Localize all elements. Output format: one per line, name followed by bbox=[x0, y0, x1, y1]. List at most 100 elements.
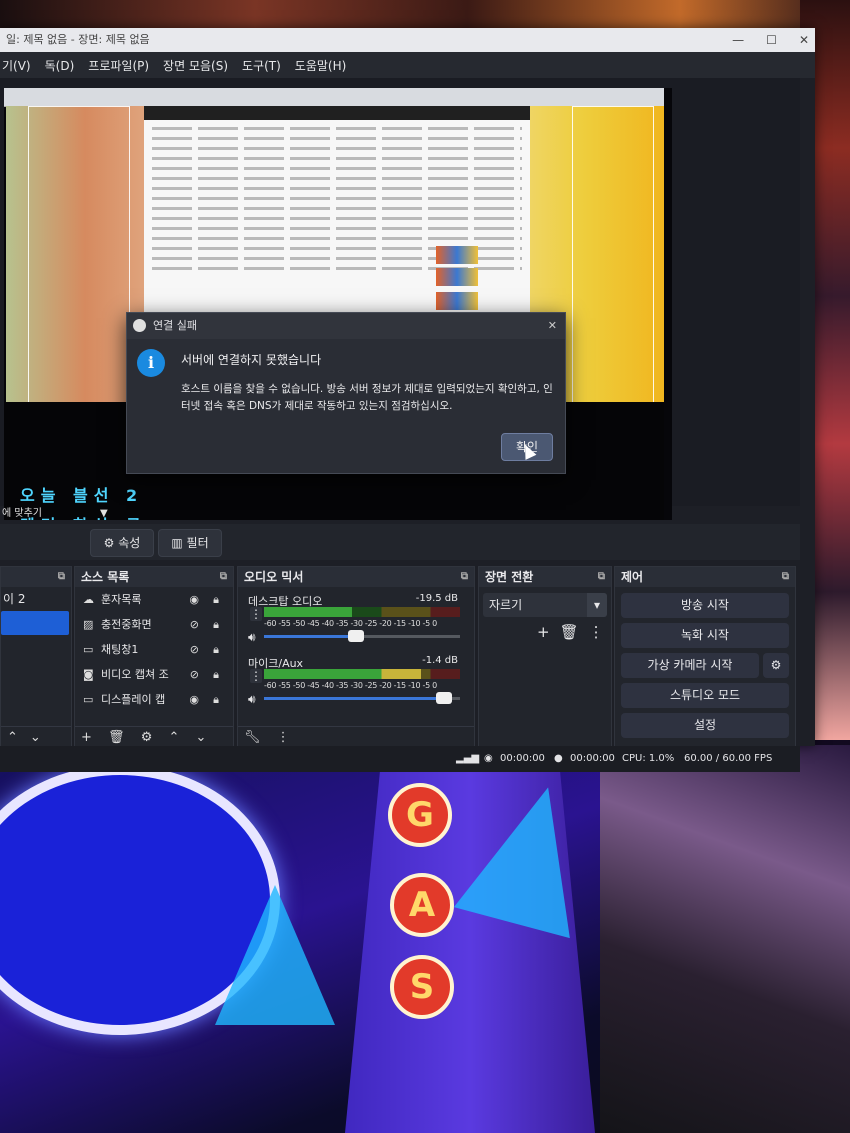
sources-title: 소스 목록 bbox=[81, 570, 130, 584]
lock-icon[interactable]: 🔒︎ bbox=[213, 587, 219, 612]
eye-hidden-icon[interactable]: ⊘ bbox=[190, 612, 199, 637]
more-icon[interactable]: ⋮ bbox=[250, 607, 262, 621]
menu-help[interactable]: 도움말(H) bbox=[295, 57, 347, 74]
speaker-icon[interactable]: 🔊︎ bbox=[248, 692, 256, 707]
desktop-top-strip bbox=[0, 0, 850, 28]
scene-item-selected[interactable] bbox=[1, 611, 69, 635]
lock-icon[interactable]: 🔒︎ bbox=[213, 637, 219, 662]
menu-tools[interactable]: 도구(T) bbox=[242, 57, 281, 74]
audio-mixer-dock: 오디오 믹서 ⧉ 데스크탑 오디오 -19.5 dB ⋮ -60 -55 -50 … bbox=[237, 566, 475, 750]
volume-level bbox=[264, 635, 357, 638]
popout-icon[interactable]: ⧉ bbox=[220, 567, 227, 587]
transition-value: 자르기 bbox=[489, 598, 523, 612]
minimize-icon[interactable]: — bbox=[732, 28, 744, 52]
chevron-down-icon: ▼ bbox=[100, 508, 108, 519]
eye-hidden-icon[interactable]: ⊘ bbox=[190, 637, 199, 662]
scene-item[interactable]: 이 2 bbox=[1, 587, 71, 611]
source-item[interactable]: ◙ 비디오 캡쳐 조 ⊘ 🔒︎ bbox=[75, 662, 233, 687]
lock-icon[interactable]: 🔒︎ bbox=[213, 687, 219, 712]
neon-triangle bbox=[215, 885, 335, 1025]
volume-knob[interactable] bbox=[436, 692, 453, 704]
popout-icon[interactable]: ⧉ bbox=[782, 567, 789, 587]
start-streaming-button[interactable]: 방송 시작 bbox=[621, 593, 789, 618]
trash-icon[interactable]: 🗑︎ bbox=[560, 623, 579, 641]
transition-select[interactable]: 자르기 ▾ bbox=[483, 593, 607, 617]
mixer-channel-mic: 마이크/Aux -1.4 dB ⋮ -60 -55 -50 -45 -40 -3… bbox=[242, 655, 464, 721]
lock-icon[interactable]: 🔒︎ bbox=[213, 612, 219, 637]
properties-bar: ⚙ 속성 ▥ 필터 bbox=[0, 524, 800, 560]
sign-letter: S bbox=[390, 955, 454, 1019]
menu-profile[interactable]: 프로파일(P) bbox=[88, 57, 149, 74]
eye-icon[interactable]: ◉ bbox=[189, 587, 199, 612]
volume-slider[interactable] bbox=[264, 630, 460, 642]
scale-dropdown[interactable]: 에 맞추기 ▼ bbox=[0, 506, 802, 522]
gear-icon[interactable]: ⚙ bbox=[141, 730, 153, 745]
move-up-icon[interactable]: ⌃ bbox=[7, 730, 18, 745]
meter-scale: -60 -55 -50 -45 -40 -35 -30 -25 -20 -15 … bbox=[264, 619, 437, 628]
title-bar: 일: 제목 없음 - 장면: 제목 없음 — ☐ ✕ bbox=[0, 28, 815, 52]
transitions-dock: 장면 전환 ⧉ 자르기 ▾ + 🗑︎ ⋮ bbox=[478, 566, 612, 750]
city-road bbox=[600, 745, 850, 1133]
volume-level bbox=[264, 697, 445, 700]
popout-icon[interactable]: ⧉ bbox=[58, 567, 65, 587]
stream-icon: ◉ bbox=[484, 753, 493, 764]
start-virtual-camera-button[interactable]: 가상 카메라 시작 bbox=[621, 653, 759, 678]
sources-header: 소스 목록 ⧉ bbox=[75, 567, 233, 587]
volume-slider[interactable] bbox=[264, 692, 460, 704]
source-item[interactable]: ▭ 채팅창1 ⊘ 🔒︎ bbox=[75, 637, 233, 662]
move-down-icon[interactable]: ⌄ bbox=[196, 730, 207, 745]
ticker-line-1: 오늘 블선 2 bbox=[20, 486, 144, 505]
dialog-title: 연결 실패 bbox=[153, 319, 197, 332]
trash-icon[interactable]: 🗑︎ bbox=[108, 730, 125, 745]
lock-icon[interactable]: 🔒︎ bbox=[213, 662, 219, 687]
sign-letter: A bbox=[390, 873, 454, 937]
properties-button[interactable]: ⚙ 속성 bbox=[90, 529, 154, 557]
scale-label: 에 맞추기 bbox=[2, 508, 42, 519]
menu-docks[interactable]: 독(D) bbox=[45, 57, 75, 74]
speaker-icon[interactable]: 🔊︎ bbox=[248, 630, 256, 645]
controls-dock: 제어 ⧉ 방송 시작 녹화 시작 가상 카메라 시작 ⚙ 스튜디오 모드 설정 bbox=[614, 566, 796, 750]
mixer-title: 오디오 믹서 bbox=[244, 570, 304, 584]
close-icon[interactable]: ✕ bbox=[799, 28, 809, 52]
wrench-icon[interactable]: 🔧︎ bbox=[244, 730, 261, 745]
popout-icon[interactable]: ⧉ bbox=[598, 567, 605, 587]
maximize-icon[interactable]: ☐ bbox=[766, 28, 777, 52]
obs-logo-icon bbox=[133, 319, 146, 332]
properties-label: 속성 bbox=[118, 536, 141, 550]
start-recording-button[interactable]: 녹화 시작 bbox=[621, 623, 789, 648]
gear-icon: ⚙ bbox=[770, 658, 782, 672]
source-item[interactable]: ☁ 훈자목록 ◉ 🔒︎ bbox=[75, 587, 233, 612]
add-icon[interactable]: + bbox=[81, 730, 92, 745]
close-icon[interactable]: ✕ bbox=[548, 313, 557, 339]
studio-mode-button[interactable]: 스튜디오 모드 bbox=[621, 683, 789, 708]
source-item[interactable]: ▭ 디스플레이 캡 ◉ 🔒︎ bbox=[75, 687, 233, 712]
dialog-heading: 서버에 연결하지 못했습니다 bbox=[181, 353, 322, 367]
chevron-down-icon: ▾ bbox=[587, 593, 607, 617]
info-icon: i bbox=[137, 349, 165, 377]
volume-knob[interactable] bbox=[348, 630, 365, 642]
move-up-icon[interactable]: ⌃ bbox=[169, 730, 180, 745]
settings-button[interactable]: 설정 bbox=[621, 713, 789, 738]
eye-hidden-icon[interactable]: ⊘ bbox=[190, 662, 199, 687]
menu-view[interactable]: 기(V) bbox=[2, 57, 31, 74]
fps-readout: 60.00 / 60.00 FPS bbox=[684, 753, 773, 764]
move-down-icon[interactable]: ⌄ bbox=[30, 730, 41, 745]
transitions-header: 장면 전환 ⧉ bbox=[479, 567, 611, 587]
add-icon[interactable]: + bbox=[537, 623, 550, 641]
source-label: 채팅창1 bbox=[101, 643, 139, 656]
more-icon[interactable]: ⋮ bbox=[277, 730, 290, 745]
source-item[interactable]: ▨ 충전중화면 ⊘ 🔒︎ bbox=[75, 612, 233, 637]
cpu-usage: CPU: 1.0% bbox=[622, 753, 675, 764]
virtual-camera-settings-button[interactable]: ⚙ bbox=[763, 653, 789, 678]
gear-icon: ⚙ bbox=[103, 536, 115, 550]
record-time: 00:00:00 bbox=[570, 753, 615, 764]
eye-icon[interactable]: ◉ bbox=[189, 687, 199, 712]
sources-dock: 소스 목록 ⧉ ☁ 훈자목록 ◉ 🔒︎ ▨ 충전중화면 ⊘ 🔒︎ ▭ 채팅창1 ⊘… bbox=[74, 566, 234, 750]
more-icon[interactable]: ⋮ bbox=[250, 669, 262, 683]
filters-button[interactable]: ▥ 필터 bbox=[158, 529, 222, 557]
menu-scene-collection[interactable]: 장면 모음(S) bbox=[163, 57, 228, 74]
cloud-icon: ☁ bbox=[83, 593, 94, 606]
status-bar: ▂▄▆ ◉ 00:00:00 ● 00:00:00 CPU: 1.0% 60.0… bbox=[0, 746, 800, 772]
more-icon[interactable]: ⋮ bbox=[589, 623, 604, 641]
popout-icon[interactable]: ⧉ bbox=[461, 567, 468, 587]
